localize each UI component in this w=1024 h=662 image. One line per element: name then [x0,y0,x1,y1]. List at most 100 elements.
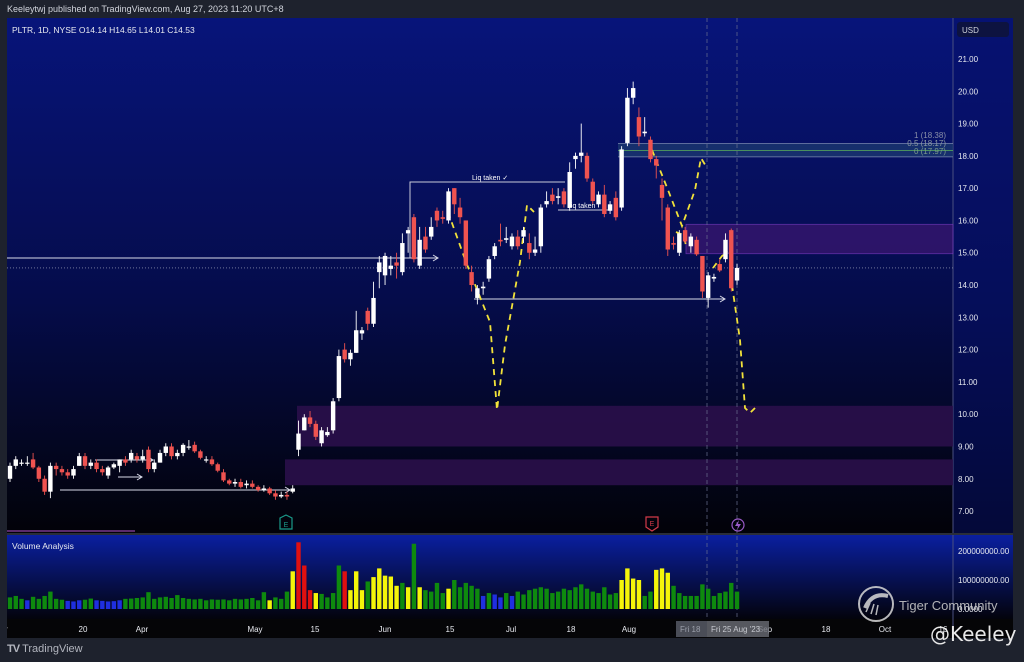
volume-bar[interactable] [192,599,197,609]
volume-bar[interactable] [198,598,203,609]
volume-bar[interactable] [209,599,215,609]
volume-bar[interactable] [596,593,601,609]
volume-bar[interactable] [475,588,480,609]
volume-bar[interactable] [146,592,151,609]
volume-bar[interactable] [677,593,682,609]
volume-bar[interactable] [550,593,555,609]
volume-bar[interactable] [671,585,676,609]
volume-bar[interactable] [71,601,76,609]
volume-bar[interactable] [163,596,168,609]
volume-bar[interactable] [77,600,82,609]
volume-bar[interactable] [152,598,157,609]
volume-bar[interactable] [377,568,382,609]
volume-bar[interactable] [694,595,699,609]
volume-bar[interactable] [665,572,670,609]
volume-bar[interactable] [405,587,411,609]
volume-bar[interactable] [509,595,515,609]
volume-bar[interactable] [659,568,665,609]
volume-bar[interactable] [19,598,24,609]
volume-bar[interactable] [175,595,180,609]
volume-bar[interactable] [625,568,630,609]
volume-bar[interactable] [688,595,694,609]
candle[interactable] [619,146,624,211]
volume-bar[interactable] [723,591,728,609]
volume-bar[interactable] [227,600,232,609]
candle[interactable] [648,136,653,163]
volume-bar[interactable] [486,593,492,609]
volume-bar[interactable] [717,593,722,609]
candle[interactable] [446,188,451,224]
volume-bar[interactable] [354,571,359,609]
volume-bar[interactable] [284,591,290,609]
volume-bar[interactable] [232,598,238,609]
candle[interactable] [146,446,151,473]
volume-bar[interactable] [94,600,99,609]
volume-bar[interactable] [705,588,711,609]
volume-bar[interactable] [607,594,613,610]
volume-bar[interactable] [267,600,272,609]
volume-bar[interactable] [111,601,117,609]
volume-bar[interactable] [440,593,445,609]
volume-bar[interactable] [42,595,47,609]
volume-bar[interactable] [336,565,342,610]
candle[interactable] [729,228,734,292]
supply-demand-zone[interactable] [285,459,953,486]
volume-bar[interactable] [244,598,249,609]
volume-bar[interactable] [278,598,284,609]
volume-bar[interactable] [619,580,624,609]
candle[interactable] [486,255,492,282]
volume-bar[interactable] [59,599,65,609]
candle[interactable] [463,220,469,269]
volume-bar[interactable] [330,593,336,609]
volume-bar[interactable] [544,588,549,609]
supply-demand-zone[interactable] [297,405,953,447]
volume-bar[interactable] [82,599,88,609]
volume-bar[interactable] [429,591,434,609]
volume-bar[interactable] [654,569,659,609]
volume-bar[interactable] [538,587,544,609]
candle[interactable] [336,349,342,402]
volume-bar[interactable] [359,590,365,609]
candle[interactable] [330,398,336,434]
volume-bar[interactable] [573,587,578,609]
volume-bar[interactable] [186,598,192,609]
volume-bar[interactable] [394,585,399,609]
volume-bar[interactable] [463,582,469,609]
volume-bar[interactable] [579,584,584,609]
volume-bar[interactable] [30,596,36,609]
volume-bar[interactable] [682,595,688,609]
volume-bar[interactable] [521,594,526,610]
volume-bar[interactable] [371,577,376,609]
volume-bar[interactable] [169,597,174,609]
candle[interactable] [538,204,544,253]
volume-bar[interactable] [273,597,278,609]
volume-bar[interactable] [53,598,59,609]
volume-bar[interactable] [734,591,740,609]
volume-bar[interactable] [498,597,503,609]
volume-bar[interactable] [492,594,497,610]
volume-bar[interactable] [602,587,607,609]
volume-bar[interactable] [203,600,209,609]
volume-bar[interactable] [515,591,520,609]
volume-bar[interactable] [238,599,243,609]
volume-bar[interactable] [88,598,93,609]
volume-bar[interactable] [700,584,705,609]
volume-bar[interactable] [180,597,186,609]
volume-bar[interactable] [480,595,486,609]
volume-bar[interactable] [128,598,134,609]
volume-bar[interactable] [313,593,319,609]
volume-bar[interactable] [400,582,405,609]
volume-bar[interactable] [105,601,111,609]
chart-canvas[interactable]: 21.00 20.00 19.00 18.00 17.00 16.00 15.00 14.00… [0,0,1024,662]
candle[interactable] [590,178,595,205]
volume-bar[interactable] [250,597,255,609]
volume-bar[interactable] [613,593,619,609]
candle[interactable] [677,230,682,256]
volume-bar[interactable] [446,588,451,609]
volume-bar[interactable] [729,582,734,609]
volume-bar[interactable] [296,542,301,609]
candle[interactable] [584,152,590,182]
volume-bar[interactable] [711,595,717,609]
volume-bar[interactable] [642,595,647,609]
volume-bar[interactable] [100,600,105,609]
